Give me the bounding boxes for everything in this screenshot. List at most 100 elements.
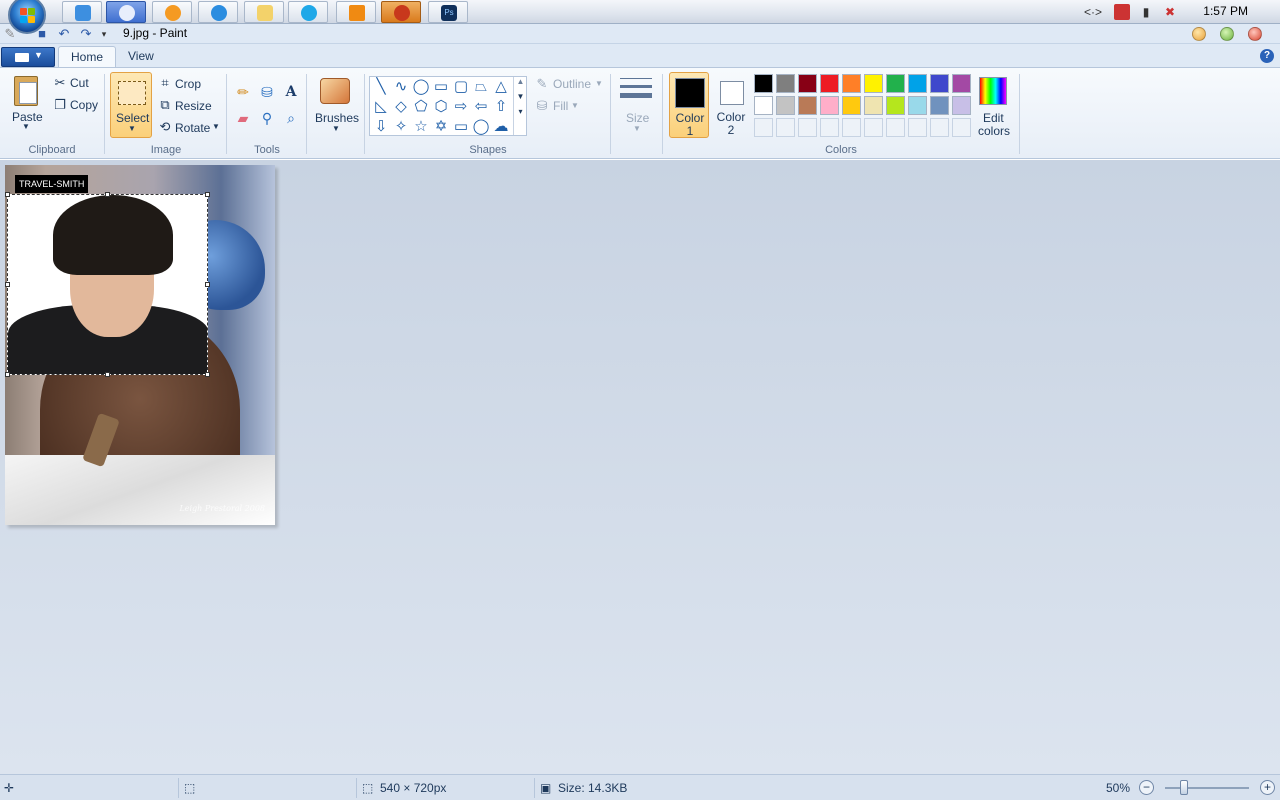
paste-button[interactable] (10, 74, 42, 110)
palette-color-swatch[interactable] (820, 96, 839, 115)
palette-color-swatch[interactable] (952, 74, 971, 93)
size-button[interactable] (620, 76, 652, 106)
resize-handle[interactable] (205, 372, 210, 377)
size-dropdown-icon[interactable]: ▼ (633, 124, 641, 133)
taskbar-photoshop-button[interactable]: Ps (428, 1, 468, 23)
security-icon[interactable] (1114, 4, 1130, 20)
palette-color-swatch[interactable] (798, 118, 817, 137)
polygon-shape-icon[interactable]: ⏢ (471, 77, 491, 97)
app-menu-button[interactable]: ▼ (1, 47, 55, 67)
redo-icon[interactable]: ↷ (78, 26, 94, 42)
zoom-out-button[interactable]: − (1139, 780, 1154, 795)
signal-icon[interactable]: ▮ (1138, 4, 1154, 20)
left-arrow-shape-icon[interactable]: ⇦ (471, 97, 491, 117)
line-shape-icon[interactable]: ╲ (371, 77, 391, 97)
taskbar-firefox-button[interactable] (381, 1, 421, 23)
palette-color-swatch[interactable] (952, 118, 971, 137)
undo-icon[interactable]: ↶ (56, 26, 72, 42)
rectangle-shape-icon[interactable]: ▭ (431, 77, 451, 97)
palette-color-swatch[interactable] (908, 74, 927, 93)
palette-color-swatch[interactable] (776, 74, 795, 93)
pencil-icon[interactable]: ✏ (232, 82, 254, 102)
palette-color-swatch[interactable] (930, 96, 949, 115)
brushes-label[interactable]: Brushes (315, 111, 359, 125)
maximize-button[interactable] (1220, 27, 1234, 41)
palette-color-swatch[interactable] (952, 96, 971, 115)
outline-button[interactable]: Outline (553, 77, 591, 91)
network-arrows-icon[interactable]: <·> (1084, 4, 1102, 20)
edit-colors-label[interactable]: Edit (983, 111, 1004, 125)
palette-color-swatch[interactable] (886, 118, 905, 137)
palette-color-swatch[interactable] (842, 74, 861, 93)
palette-color-swatch[interactable] (754, 96, 773, 115)
oval-shape-icon[interactable]: ◯ (411, 77, 431, 97)
rect-callout-shape-icon[interactable]: ▭ (451, 117, 471, 137)
chevron-down-icon[interactable]: ▼ (514, 92, 527, 101)
palette-color-swatch[interactable] (908, 96, 927, 115)
palette-color-swatch[interactable] (842, 118, 861, 137)
palette-color-swatch[interactable] (864, 74, 883, 93)
palette-color-swatch[interactable] (864, 96, 883, 115)
fill-button[interactable]: Fill (553, 99, 568, 113)
clock[interactable]: 1:57 PM (1203, 4, 1248, 18)
taskbar-explorer-button[interactable] (244, 1, 284, 23)
zoom-in-button[interactable]: + (1260, 780, 1275, 795)
resize-handle[interactable] (205, 192, 210, 197)
zoom-slider-thumb[interactable] (1180, 780, 1188, 795)
five-point-star-shape-icon[interactable]: ☆ (411, 117, 431, 137)
fill-bucket-icon[interactable]: ⛁ (256, 82, 278, 102)
taskbar-vlc-button[interactable] (336, 1, 376, 23)
palette-color-swatch[interactable] (820, 118, 839, 137)
color-picker-icon[interactable]: ⚲ (256, 108, 278, 128)
palette-color-swatch[interactable] (930, 74, 949, 93)
shapes-scrollbar[interactable]: ▲ ▼ ▾ (513, 77, 527, 135)
brushes-button[interactable] (318, 74, 352, 108)
drawing-canvas[interactable]: TRAVEL-SMITH Leigh Prestoral 2008 (5, 165, 275, 525)
four-point-star-shape-icon[interactable]: ✧ (391, 117, 411, 137)
customize-qat-icon[interactable]: ▾ (96, 26, 112, 42)
taskbar-media-player-button[interactable] (152, 1, 192, 23)
resize-handle[interactable] (5, 282, 10, 287)
copy-button[interactable]: Copy (70, 98, 98, 112)
select-button[interactable]: Select ▼ (110, 72, 152, 138)
paste-dropdown-icon[interactable]: ▼ (22, 122, 30, 131)
color1-button[interactable]: Color 1 (669, 72, 709, 138)
minimize-button[interactable] (1192, 27, 1206, 41)
hexagon-shape-icon[interactable]: ⬡ (431, 97, 451, 117)
cut-button[interactable]: Cut (70, 76, 89, 90)
right-arrow-shape-icon[interactable]: ⇨ (451, 97, 471, 117)
tab-view[interactable]: View (116, 46, 166, 68)
tab-home[interactable]: Home (58, 46, 117, 68)
down-arrow-shape-icon[interactable]: ⇩ (371, 117, 391, 137)
taskbar-paint-button[interactable] (106, 1, 146, 23)
oval-callout-shape-icon[interactable]: ◯ (471, 117, 491, 137)
palette-color-swatch[interactable] (930, 118, 949, 137)
edit-colors-button[interactable] (976, 74, 1010, 108)
palette-color-swatch[interactable] (820, 74, 839, 93)
eraser-icon[interactable]: ▰ (232, 108, 254, 128)
palette-color-swatch[interactable] (754, 118, 773, 137)
resize-handle[interactable] (5, 372, 10, 377)
edit-colors-label-2[interactable]: colors (978, 124, 1010, 138)
rotate-dropdown-icon[interactable]: ▼ (212, 122, 220, 131)
expand-gallery-icon[interactable]: ▾ (514, 107, 527, 116)
brushes-dropdown-icon[interactable]: ▼ (332, 124, 340, 133)
magnifier-icon[interactable]: ⌕ (280, 108, 302, 128)
palette-color-swatch[interactable] (754, 74, 773, 93)
outline-dropdown-icon[interactable]: ▼ (595, 79, 603, 88)
palette-color-swatch[interactable] (798, 96, 817, 115)
diamond-shape-icon[interactable]: ◇ (391, 97, 411, 117)
crop-button[interactable]: Crop (175, 77, 201, 91)
palette-color-swatch[interactable] (886, 74, 905, 93)
palette-color-swatch[interactable] (798, 74, 817, 93)
text-tool-icon[interactable]: A (280, 82, 302, 102)
close-button[interactable] (1248, 27, 1262, 41)
rotate-button[interactable]: Rotate (175, 121, 210, 135)
palette-color-swatch[interactable] (842, 96, 861, 115)
resize-button[interactable]: Resize (175, 99, 212, 113)
size-label[interactable]: Size (626, 111, 649, 125)
fill-dropdown-icon[interactable]: ▼ (571, 101, 579, 110)
up-arrow-shape-icon[interactable]: ⇧ (491, 97, 511, 117)
palette-color-swatch[interactable] (776, 96, 795, 115)
resize-handle[interactable] (105, 372, 110, 377)
